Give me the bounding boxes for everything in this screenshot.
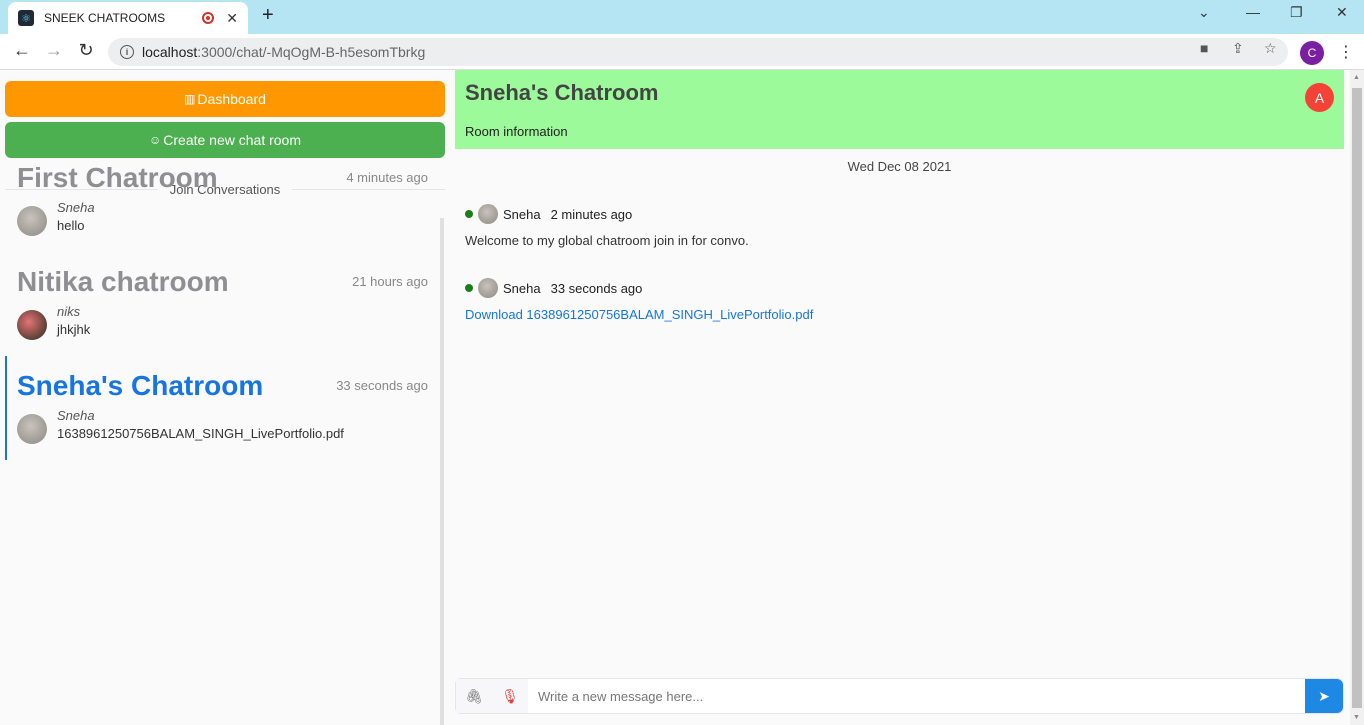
online-status-icon xyxy=(465,284,473,292)
room-information-button[interactable]: Room information xyxy=(465,124,568,139)
avatar xyxy=(17,414,47,444)
send-button[interactable]: ➤ xyxy=(1305,679,1343,713)
camera-icon[interactable]: ■ xyxy=(1200,40,1208,56)
chat-message: Sneha 33 seconds ago Download 1638961250… xyxy=(465,278,813,322)
message-header: Sneha 2 minutes ago xyxy=(465,204,749,224)
new-tab-button[interactable]: + xyxy=(262,4,274,27)
address-bar[interactable]: i localhost:3000/chat/-MqOgM-B-h5esomTbr… xyxy=(108,38,1288,66)
share-icon[interactable]: ⇪ xyxy=(1232,40,1244,57)
room-time: 33 seconds ago xyxy=(336,378,428,393)
tab-close-icon[interactable]: ✕ xyxy=(226,10,238,27)
close-window-button[interactable]: ✕ xyxy=(1336,4,1348,21)
forward-button[interactable]: → xyxy=(42,40,66,61)
message-user[interactable]: Sneha xyxy=(503,281,541,296)
last-message: niks jhkjhk xyxy=(17,304,428,340)
avatar xyxy=(17,310,47,340)
dashboard-icon: ▥ xyxy=(184,92,196,106)
file-download-link[interactable]: Download 1638961250756BALAM_SINGH_LivePo… xyxy=(465,307,813,322)
room-list: First Chatroom 4 minutes ago Sneha hello… xyxy=(5,148,440,460)
message-time: 2 minutes ago xyxy=(550,206,633,222)
message-input[interactable] xyxy=(528,679,1305,713)
url-path: :3000/chat/-MqOgM-B-h5esomTbrkg xyxy=(197,44,426,60)
message-body: Welcome to my global chatroom join in fo… xyxy=(465,233,749,248)
recording-icon xyxy=(202,12,215,24)
user-avatar[interactable]: A xyxy=(1305,83,1334,112)
online-status-icon xyxy=(465,210,473,218)
chat-title: Sneha's Chatroom xyxy=(465,80,659,105)
avatar xyxy=(17,206,47,236)
room-time: 21 hours ago xyxy=(352,274,428,289)
chat-message: Sneha 2 minutes ago Welcome to my global… xyxy=(465,204,749,248)
avatar xyxy=(478,204,498,224)
dashboard-label: Dashboard xyxy=(197,91,266,107)
last-message: Sneha 1638961250756BALAM_SINGH_LivePortf… xyxy=(17,408,428,444)
message-composer: 🖇 🎙 ➤ xyxy=(455,678,1344,714)
chat-header: Sneha's Chatroom Room information A xyxy=(455,70,1344,149)
browser-toolbar: ← → ↻ i localhost:3000/chat/-MqOgM-B-h5e… xyxy=(0,34,1364,70)
restore-button[interactable]: ❐ xyxy=(1290,4,1303,21)
create-label: Create new chat room xyxy=(163,132,301,148)
tab-search-icon[interactable]: ⌄ xyxy=(1198,4,1210,21)
minimize-button[interactable]: — xyxy=(1246,4,1260,20)
room-time: 4 minutes ago xyxy=(346,170,428,185)
message-text: hello xyxy=(57,218,85,233)
browser-tab-strip: ⚛ SNEEK CHATROOMS ✕ + ⌄ — ❐ ✕ xyxy=(0,0,1364,34)
message-text: 1638961250756BALAM_SINGH_LivePortfolio.p… xyxy=(57,426,344,441)
message-text: jhkjhk xyxy=(57,322,91,337)
tab-title: SNEEK CHATROOMS xyxy=(44,11,166,25)
room-item-active[interactable]: Sneha's Chatroom 33 seconds ago Sneha 16… xyxy=(5,356,440,460)
room-list-scrollbar[interactable] xyxy=(440,218,444,725)
message-header: Sneha 33 seconds ago xyxy=(465,278,813,298)
url-text: localhost:3000/chat/-MqOgM-B-h5esomTbrkg xyxy=(142,44,425,60)
date-separator: Wed Dec 08 2021 xyxy=(847,159,952,174)
chat-icon: ☺ xyxy=(149,133,162,147)
browser-tab[interactable]: ⚛ SNEEK CHATROOMS ✕ xyxy=(8,2,248,34)
bookmark-star-icon[interactable]: ☆ xyxy=(1264,40,1277,57)
scroll-down-icon[interactable]: ▼ xyxy=(1353,714,1360,721)
room-item[interactable]: First Chatroom 4 minutes ago Sneha hello xyxy=(5,148,440,252)
microphone-icon[interactable]: 🎙 xyxy=(492,679,528,713)
profile-avatar[interactable]: C xyxy=(1300,41,1324,65)
dashboard-button[interactable]: ▥ Dashboard xyxy=(5,81,445,117)
back-button[interactable]: ← xyxy=(10,40,34,61)
scrollbar-thumb[interactable] xyxy=(1352,88,1362,708)
site-info-icon[interactable]: i xyxy=(120,45,134,59)
browser-menu-icon[interactable]: ⋮ xyxy=(1338,42,1354,62)
last-message: Sneha hello xyxy=(17,200,428,236)
avatar xyxy=(478,278,498,298)
message-time: 33 seconds ago xyxy=(550,280,643,296)
message-author: Sneha xyxy=(57,200,95,215)
message-author: niks xyxy=(57,304,81,319)
scroll-up-icon[interactable]: ▲ xyxy=(1353,74,1360,81)
reload-button[interactable]: ↻ xyxy=(74,40,98,61)
chat-panel: Sneha's Chatroom Room information A Wed … xyxy=(455,70,1344,725)
message-author: Sneha xyxy=(57,408,95,423)
attachment-icon[interactable]: 🖇 xyxy=(456,679,492,713)
react-favicon-icon: ⚛ xyxy=(18,10,34,26)
room-item[interactable]: Nitika chatroom 21 hours ago niks jhkjhk xyxy=(5,252,440,356)
url-host: localhost xyxy=(142,44,198,60)
page-scrollbar[interactable]: ▲ ▼ xyxy=(1350,70,1364,725)
message-user[interactable]: Sneha xyxy=(503,207,541,222)
